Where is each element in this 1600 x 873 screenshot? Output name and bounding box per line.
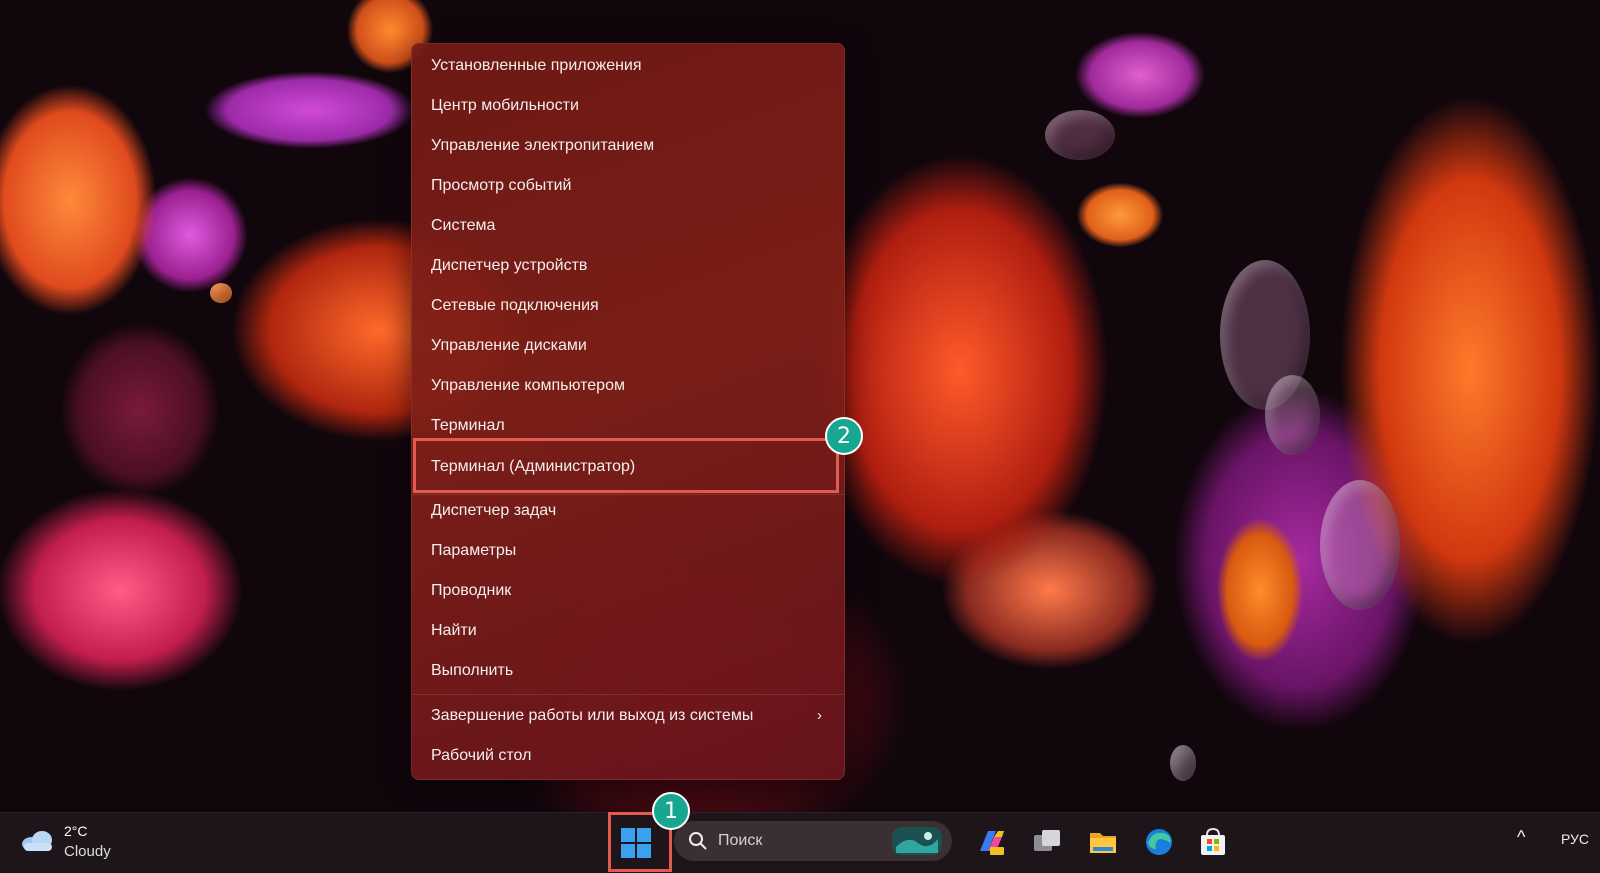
menu-item-device-manager[interactable]: Диспетчер устройств <box>412 246 844 286</box>
menu-item-computer-management[interactable]: Управление компьютером <box>412 366 844 406</box>
menu-item-power-options[interactable]: Управление электропитанием <box>412 126 844 166</box>
wallpaper-bubble <box>1320 480 1400 610</box>
search-placeholder: Поиск <box>718 832 763 849</box>
menu-item-mobility-center[interactable]: Центр мобильности <box>412 86 844 126</box>
weather-temperature: 2°C <box>64 823 88 839</box>
menu-separator <box>412 694 844 695</box>
copilot-icon[interactable] <box>976 827 1006 857</box>
weather-condition: Cloudy <box>64 843 111 860</box>
cloud-icon <box>22 831 52 851</box>
weather-widget[interactable]: 2°C Cloudy <box>20 823 160 865</box>
search-icon <box>689 832 707 850</box>
task-view-icon[interactable] <box>1032 827 1062 857</box>
menu-item-search[interactable]: Найти <box>412 611 844 651</box>
step-badge-2: 2 <box>825 417 863 455</box>
highlight-terminal-admin <box>413 438 839 493</box>
menu-item-settings[interactable]: Параметры <box>412 531 844 571</box>
input-language-indicator[interactable]: РУС <box>1561 831 1589 847</box>
store-icon[interactable] <box>1198 827 1228 857</box>
menu-item-desktop[interactable]: Рабочий стол <box>412 736 844 776</box>
show-hidden-icons-chevron-icon[interactable]: ^ <box>1517 827 1525 848</box>
menu-item-event-viewer[interactable]: Просмотр событий <box>412 166 844 206</box>
file-explorer-icon[interactable] <box>1088 827 1118 857</box>
menu-item-shutdown-signout[interactable]: Завершение работы или выход из системы › <box>412 696 844 736</box>
edge-icon[interactable] <box>1144 827 1174 857</box>
menu-item-file-explorer[interactable]: Проводник <box>412 571 844 611</box>
wallpaper-bubble <box>1045 110 1115 160</box>
chevron-right-icon: › <box>817 707 822 724</box>
menu-item-system[interactable]: Система <box>412 206 844 246</box>
wallpaper-bubble <box>210 283 232 303</box>
menu-item-disk-management[interactable]: Управление дисками <box>412 326 844 366</box>
start-context-menu: Установленные приложения Центр мобильнос… <box>411 43 845 780</box>
menu-item-task-manager[interactable]: Диспетчер задач <box>412 491 844 531</box>
taskbar-search-box[interactable]: Поиск <box>674 821 952 861</box>
wallpaper-bubble <box>1265 375 1320 455</box>
wallpaper-bubble <box>1170 745 1196 781</box>
menu-item-run[interactable]: Выполнить <box>412 651 844 691</box>
taskbar: 2°C Cloudy Поиск ^ РУС <box>0 812 1600 873</box>
menu-item-installed-apps[interactable]: Установленные приложения <box>412 46 844 86</box>
step-badge-1: 1 <box>652 792 690 830</box>
search-highlight-icon <box>892 827 942 855</box>
menu-item-network-connections[interactable]: Сетевые подключения <box>412 286 844 326</box>
